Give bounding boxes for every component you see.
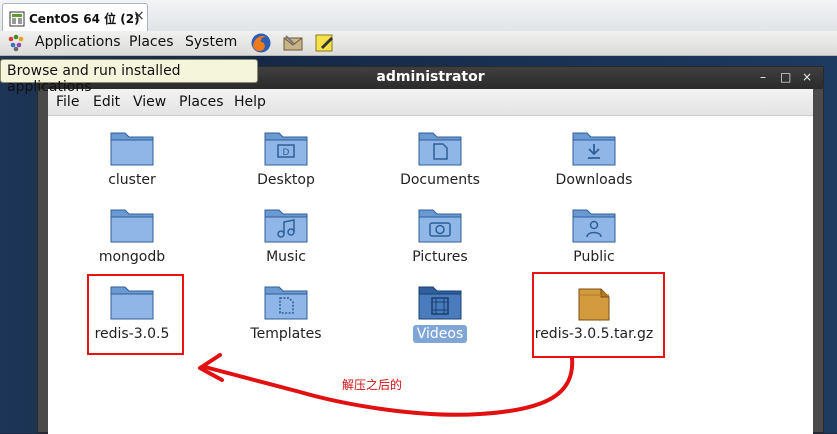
applications-tooltip: Browse and run installed applications [0, 59, 258, 95]
annotation-text: 解压之后的 [342, 378, 403, 392]
